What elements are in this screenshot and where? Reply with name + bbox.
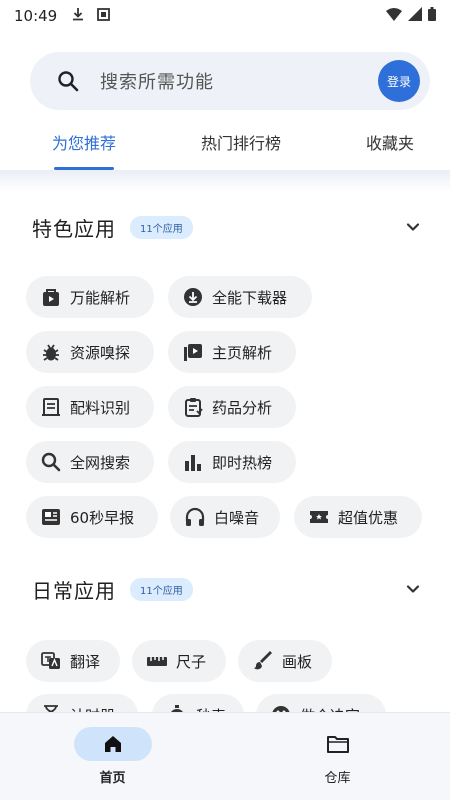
section-header-featured[interactable]: 特色应用 11个应用 (32, 211, 422, 243)
search-bar[interactable]: 搜索所需功能 登录 (30, 52, 430, 110)
bug-icon (43, 344, 59, 361)
app-label: 主页解析 (212, 343, 273, 362)
app-chip[interactable]: 翻译 (26, 640, 120, 682)
headphones-icon (185, 507, 205, 526)
app-label: 药品分析 (212, 398, 273, 417)
tab-label: 为您推荐 (52, 134, 117, 153)
login-button[interactable]: 登录 (378, 60, 420, 102)
search-icon (56, 69, 80, 93)
count-badge: 11个应用 (130, 577, 193, 601)
app-label: 超值优惠 (338, 508, 399, 527)
app-chip[interactable]: 药品分析 (168, 386, 296, 428)
wifi-icon (386, 7, 402, 25)
app-chip[interactable]: 尺子 (132, 640, 226, 682)
battery-icon (428, 7, 436, 25)
home-icon (104, 736, 121, 752)
chevron-down-icon[interactable] (404, 580, 422, 598)
status-bar: 10:49 (0, 0, 450, 32)
image-notification-icon (97, 7, 111, 25)
app-label: 资源嗅探 (70, 343, 131, 362)
tab-bar: 为您推荐 热门排行榜 收藏夹 (0, 118, 450, 170)
bottom-navigation: 首页 仓库 (0, 712, 450, 800)
app-label: 配料识别 (70, 398, 131, 417)
nav-label: 首页 (99, 771, 126, 786)
tab-hot-ranking[interactable]: 热门排行榜 (201, 118, 281, 170)
signal-icon (408, 7, 422, 25)
count-badge: 11个应用 (130, 215, 193, 239)
video-library-icon (184, 344, 202, 361)
brush-icon (254, 651, 272, 670)
tab-recommended[interactable]: 为您推荐 (52, 118, 116, 170)
nav-icon-container (299, 727, 377, 761)
tab-favorites[interactable]: 收藏夹 (366, 118, 414, 170)
app-label: 画板 (282, 652, 313, 671)
app-chip[interactable]: 画板 (238, 640, 332, 682)
app-chip[interactable]: 即时热榜 (168, 441, 296, 483)
news-icon (42, 509, 60, 525)
nav-warehouse[interactable]: 仓库 (225, 713, 450, 800)
download-circle-icon (184, 288, 202, 306)
clipboard-icon (185, 398, 203, 417)
app-label: 万能解析 (70, 288, 131, 307)
app-label: 尺子 (176, 652, 207, 671)
app-label: 60秒早报 (70, 508, 135, 527)
app-chip[interactable]: 全能下载器 (168, 276, 312, 318)
tab-divider (0, 170, 450, 192)
app-label: 白噪音 (214, 508, 260, 527)
app-label: 全能下载器 (212, 288, 288, 307)
status-time: 10:49 (14, 7, 58, 25)
app-chip[interactable]: 白噪音 (170, 496, 280, 538)
nav-label: 仓库 (324, 771, 351, 786)
search-icon (41, 452, 61, 472)
section-title: 日常应用 (32, 578, 116, 603)
download-notification-icon (71, 7, 85, 25)
tab-label: 收藏夹 (365, 134, 414, 153)
play-bag-icon (43, 289, 59, 306)
folder-icon (326, 736, 349, 753)
chevron-down-icon[interactable] (404, 218, 422, 236)
app-label: 全网搜索 (70, 453, 131, 472)
app-label: 翻译 (70, 652, 101, 671)
tab-label: 热门排行榜 (200, 134, 281, 153)
section-title: 特色应用 (32, 216, 116, 241)
app-chip[interactable]: 超值优惠 (294, 496, 422, 538)
ticket-icon (310, 511, 328, 523)
app-chip[interactable]: 配料识别 (26, 386, 154, 428)
nav-home[interactable]: 首页 (0, 713, 225, 800)
search-input[interactable]: 搜索所需功能 (100, 68, 378, 94)
translate-icon (41, 652, 60, 669)
bar-chart-icon (185, 455, 201, 471)
nav-active-pill (73, 727, 152, 761)
app-chip[interactable]: 全网搜索 (26, 441, 154, 483)
app-chip[interactable]: 万能解析 (26, 276, 154, 318)
document-icon (42, 398, 60, 416)
section-header-daily[interactable]: 日常应用 11个应用 (32, 573, 422, 605)
app-chip[interactable]: 资源嗅探 (26, 331, 154, 373)
app-chip[interactable]: 主页解析 (168, 331, 296, 373)
app-label: 即时热榜 (212, 453, 273, 472)
ruler-icon (147, 657, 167, 666)
app-chip[interactable]: 60秒早报 (26, 496, 158, 538)
